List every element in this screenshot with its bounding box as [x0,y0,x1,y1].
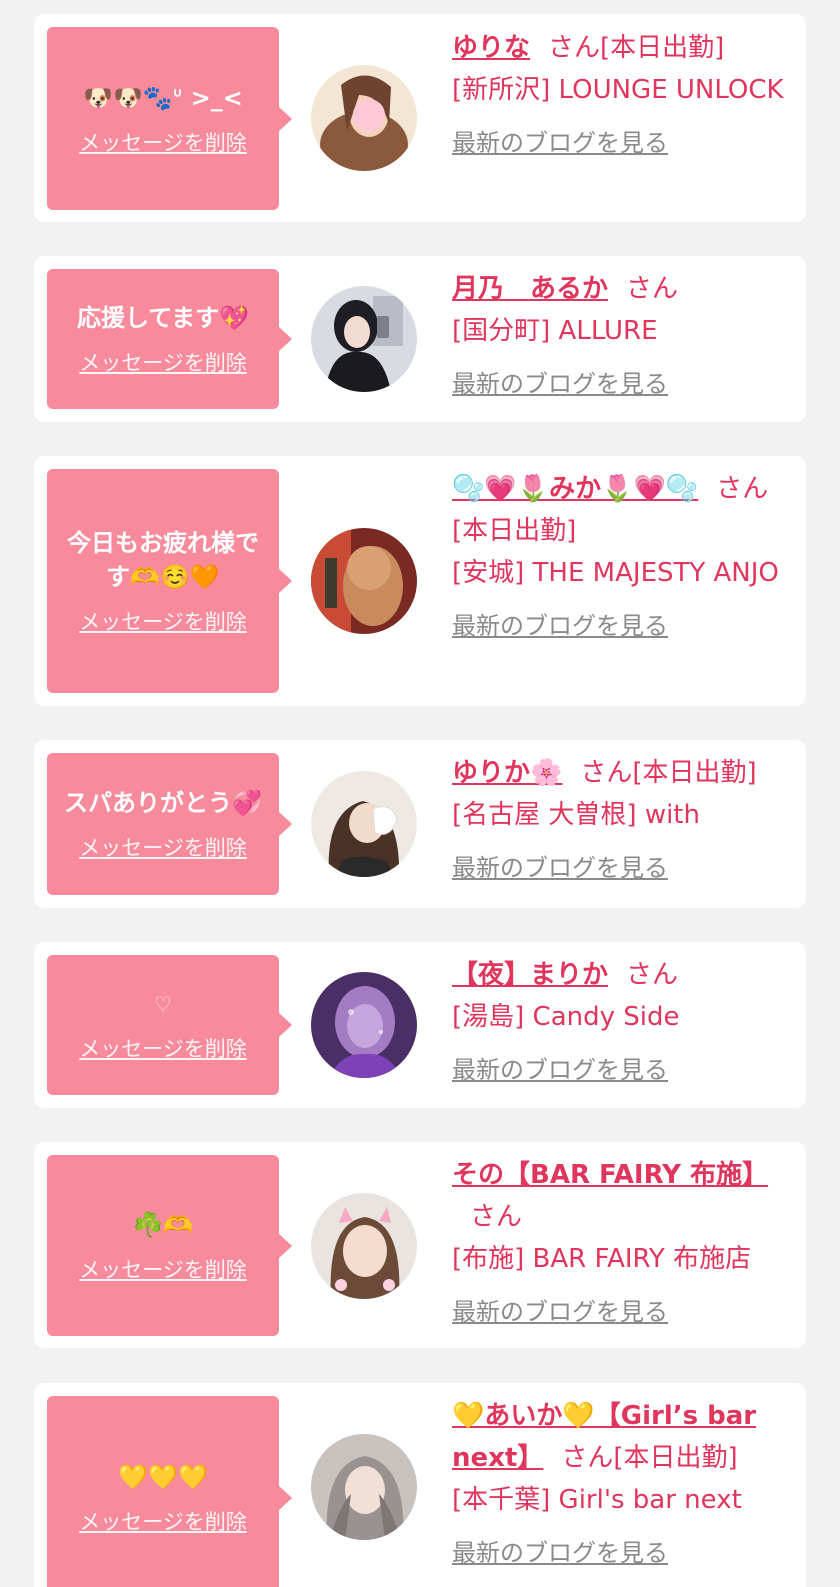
delete-message-link[interactable]: メッセージを削除 [79,347,247,377]
message-text: 🐶🐶🐾ᐡ >_< [83,83,243,112]
latest-blog-link[interactable]: 最新のブログを見る [452,1533,668,1568]
shop-info: [安城] THE MAJESTY ANJO [452,558,779,588]
message-card: 今日もお疲れ様です🫶☺️🧡 メッセージを削除 🫧💗🌷みか🌷💗🫧 さん [本日出勤] … [34,456,806,706]
cast-info: ゆりか🌸 さん[本日出勤] [名古屋 大曽根] with 最新のブログを見る [452,752,786,883]
honorific: さん [626,960,679,990]
message-text: 今日もお疲れ様です🫶☺️🧡 [67,529,259,591]
shop-info: [本千葉] Girl's bar next [452,1485,742,1515]
message-bubble: 🐶🐶🐾ᐡ >_< メッセージを削除 [47,27,292,210]
avatar-photo-icon [311,1434,417,1540]
shop-info: [国分町] ALLURE [452,316,658,346]
shop-info: [新所沢] LOUNGE UNLOCK [452,75,784,105]
honorific: さん [716,474,769,504]
avatar[interactable] [311,528,417,634]
avatar-photo-icon [311,65,417,171]
avatar[interactable] [311,1193,417,1299]
honorific: さん [561,1443,614,1473]
avatar[interactable] [311,286,417,392]
delete-message-link[interactable]: メッセージを削除 [79,606,247,636]
message-bubble: ♡ メッセージを削除 [47,955,292,1095]
message-bubble: 応援してます💖 メッセージを削除 [47,269,292,409]
avatar-photo-icon [311,286,417,392]
delete-message-link[interactable]: メッセージを削除 [79,127,247,157]
working-today-badge: [本日出勤] [600,33,725,63]
message-text: 💛💛💛 [118,1463,208,1491]
avatar-photo-icon [311,972,417,1078]
delete-message-link[interactable]: メッセージを削除 [79,1506,247,1536]
avatar[interactable] [311,65,417,171]
cast-name-link[interactable]: 月乃 あるか [452,274,608,304]
cast-info: ゆりな さん[本日出勤] [新所沢] LOUNGE UNLOCK 最新のブログを見… [452,27,786,158]
working-today-badge: [本日出勤] [632,758,757,788]
message-card: スパありがとう💞 メッセージを削除 ゆりか🌸 さん[本日出勤] [名古屋 大曽根]… [34,740,806,908]
delete-message-link[interactable]: メッセージを削除 [79,1254,247,1284]
cast-info: 💛あいか💛【Girl’s bar next】 さん[本日出勤] [本千葉] Gir… [452,1395,786,1568]
working-today-badge: [本日出勤] [613,1443,738,1473]
latest-blog-link[interactable]: 最新のブログを見る [452,1292,668,1327]
message-card: ♡ メッセージを削除 【夜】まりか さん [湯島] Candy Side 最新のブ… [34,942,806,1108]
avatar-photo-icon [311,771,417,877]
avatar[interactable] [311,771,417,877]
avatar-photo-icon [311,528,417,634]
honorific: さん [548,33,601,63]
honorific: さん [626,274,679,304]
cast-info: 【夜】まりか さん [湯島] Candy Side 最新のブログを見る [452,954,786,1085]
cast-info: その【BAR FAIRY 布施】さん [布施] BAR FAIRY 布施店 最新… [452,1154,786,1327]
message-text: 応援してます💖 [77,304,249,332]
cast-name-link[interactable]: ゆりか🌸 [452,758,562,788]
latest-blog-link[interactable]: 最新のブログを見る [452,848,668,883]
message-card: ☘️🫶 メッセージを削除 その【BAR FAIRY 布施】さん [布施] BAR… [34,1142,806,1348]
cast-name-link[interactable]: 🫧💗🌷みか🌷💗🫧 [452,474,698,504]
latest-blog-link[interactable]: 最新のブログを見る [452,1050,668,1085]
message-text: ☘️🫶 [133,1210,193,1239]
working-today-badge: [本日出勤] [452,516,577,546]
message-bubble: ☘️🫶 メッセージを削除 [47,1155,292,1336]
delete-message-link[interactable]: メッセージを削除 [79,1033,247,1063]
cast-info: 月乃 あるか さん [国分町] ALLURE 最新のブログを見る [452,268,786,399]
message-text: スパありがとう💞 [64,789,262,817]
avatar[interactable] [311,972,417,1078]
message-bubble: 今日もお疲れ様です🫶☺️🧡 メッセージを削除 [47,469,292,693]
avatar[interactable] [311,1434,417,1540]
message-card: 🐶🐶🐾ᐡ >_< メッセージを削除 ゆりな さん[本日出勤] [新所沢] LOUN… [34,14,806,222]
message-bubble: 💛💛💛 メッセージを削除 [47,1396,292,1587]
message-text: ♡ [154,992,172,1016]
message-bubble: スパありがとう💞 メッセージを削除 [47,753,292,895]
latest-blog-link[interactable]: 最新のブログを見る [452,606,668,641]
cast-info: 🫧💗🌷みか🌷💗🫧 さん [本日出勤] [安城] THE MAJESTY ANJO 最… [452,468,786,641]
latest-blog-link[interactable]: 最新のブログを見る [452,364,668,399]
shop-info: [名古屋 大曽根] with [452,800,700,830]
shop-info: [湯島] Candy Side [452,1002,680,1032]
cast-name-link[interactable]: その【BAR FAIRY 布施】 [452,1160,768,1190]
message-card: 応援してます💖 メッセージを削除 月乃 あるか さん [国分町] ALLURE 最… [34,256,806,422]
shop-info: [布施] BAR FAIRY 布施店 [452,1244,752,1274]
message-card: 💛💛💛 メッセージを削除 💛あいか💛【Girl’s bar next】 さん[本日… [34,1383,806,1587]
avatar-photo-icon [311,1193,417,1299]
latest-blog-link[interactable]: 最新のブログを見る [452,123,668,158]
message-list: 🐶🐶🐾ᐡ >_< メッセージを削除 ゆりな さん[本日出勤] [新所沢] LOUN… [0,0,840,1587]
cast-name-link[interactable]: ゆりな [452,33,530,63]
honorific: さん [580,758,633,788]
honorific: さん [470,1202,523,1232]
cast-name-link[interactable]: 【夜】まりか [452,960,608,990]
delete-message-link[interactable]: メッセージを削除 [79,832,247,862]
